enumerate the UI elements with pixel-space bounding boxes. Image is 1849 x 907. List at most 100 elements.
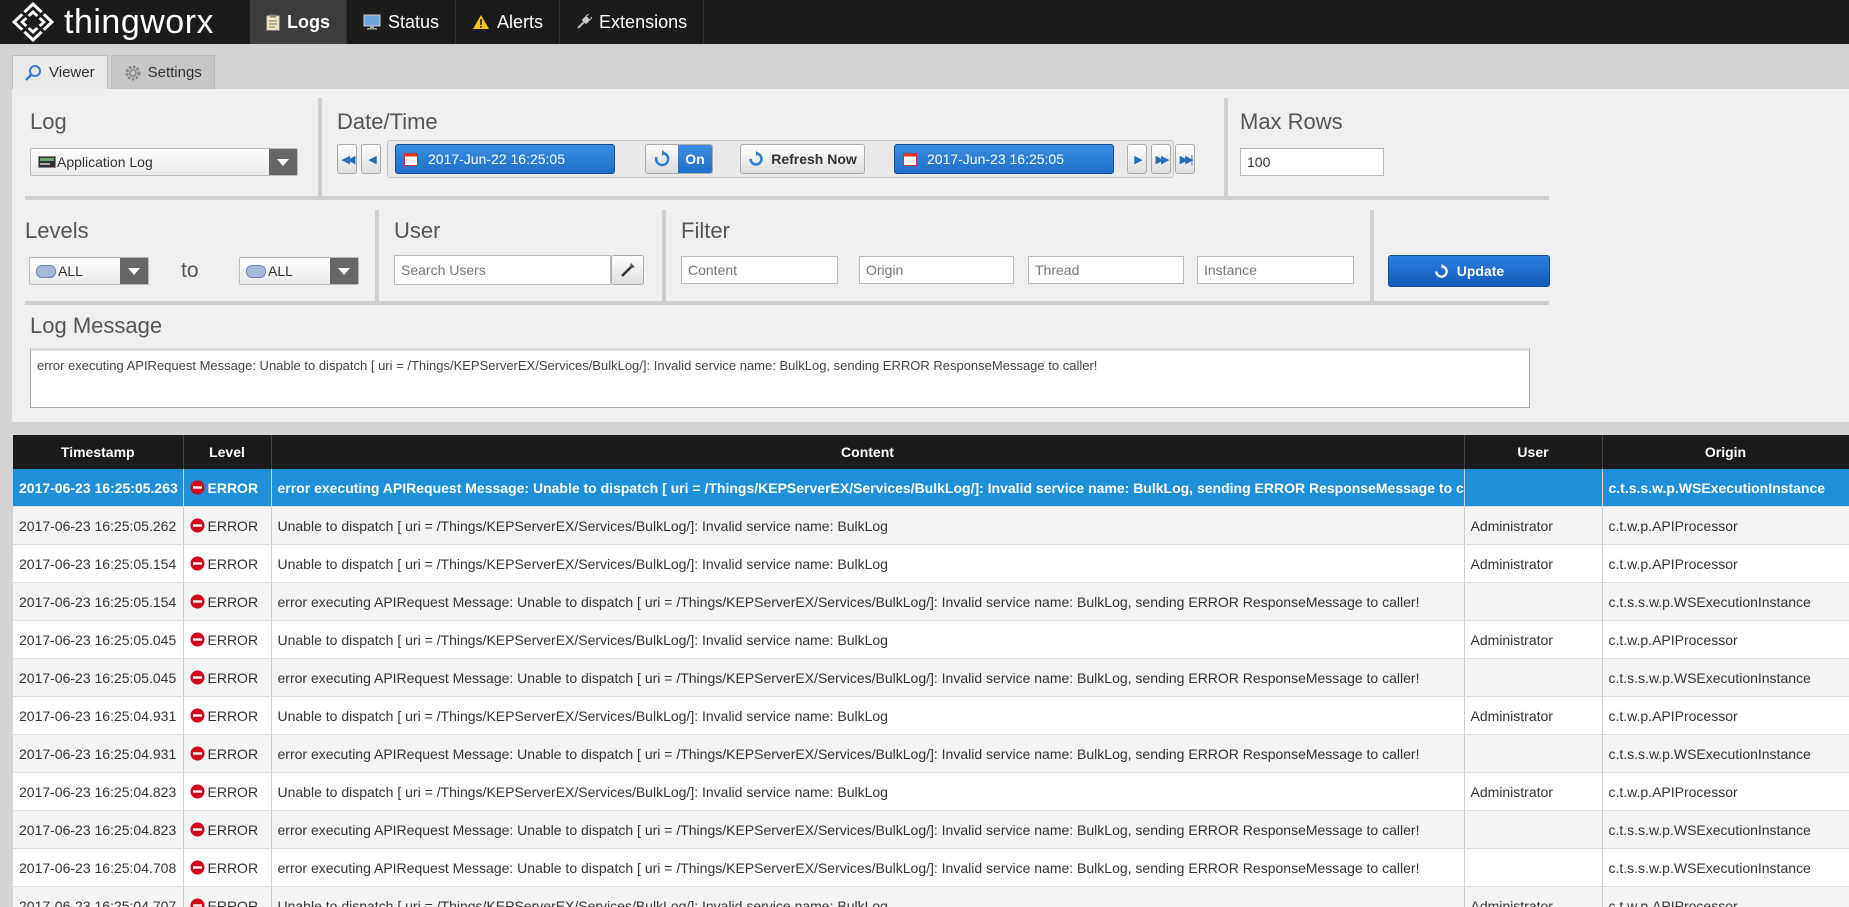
cell-user bbox=[1464, 658, 1603, 697]
chevron-down-icon[interactable] bbox=[120, 258, 148, 284]
level-text: ERROR bbox=[207, 555, 259, 572]
thingworx-logo-icon bbox=[12, 2, 54, 42]
first-page-button[interactable]: ◀◀ bbox=[337, 144, 357, 174]
nav-tab-label: Status bbox=[388, 11, 440, 32]
level-text: ERROR bbox=[207, 669, 259, 686]
cell-origin: c.t.w.p.APIProcessor bbox=[1602, 696, 1849, 735]
cell-content: error executing APIRequest Message: Unab… bbox=[271, 810, 1465, 849]
end-date-picker[interactable]: 2017-Jun-23 16:25:05 bbox=[894, 144, 1114, 174]
refresh-icon bbox=[748, 151, 764, 167]
error-icon bbox=[190, 708, 205, 723]
tab-viewer[interactable]: Viewer bbox=[12, 55, 108, 89]
table-row[interactable]: 2017-06-23 16:25:04.823 ERROR Unable to di… bbox=[13, 772, 1849, 811]
start-date-picker[interactable]: 2017-Jun-22 16:25:05 bbox=[395, 144, 615, 174]
nav-tab-alerts[interactable]: Alerts bbox=[456, 0, 561, 44]
next-button[interactable]: ▶ bbox=[1127, 144, 1147, 174]
levels-to-label: to bbox=[181, 259, 199, 282]
table-row[interactable]: 2017-06-23 16:25:05.154 ERROR Unable to di… bbox=[13, 544, 1849, 583]
divider bbox=[318, 98, 322, 196]
max-rows-title: Max Rows bbox=[1240, 109, 1343, 134]
tab-label: Settings bbox=[147, 64, 202, 81]
table-body: 2017-06-23 16:25:05.263 ERROR error execut… bbox=[13, 469, 1849, 907]
warning-icon bbox=[472, 14, 490, 30]
log-type-value: Application Log bbox=[57, 154, 153, 170]
cell-user: Administrator bbox=[1464, 772, 1603, 811]
table-row[interactable]: 2017-06-23 16:25:05.262 ERROR Unable to di… bbox=[13, 506, 1849, 545]
table-row[interactable]: 2017-06-23 16:25:05.045 ERROR error execut… bbox=[13, 658, 1849, 697]
chevron-down-icon[interactable] bbox=[330, 258, 358, 284]
error-icon bbox=[190, 860, 205, 875]
column-header-origin[interactable]: Origin bbox=[1602, 435, 1849, 469]
refresh-now-button[interactable]: Refresh Now bbox=[740, 144, 865, 174]
cell-timestamp: 2017-06-23 16:25:04.708 bbox=[13, 848, 184, 887]
cell-user bbox=[1464, 582, 1603, 621]
last-page-button[interactable]: ▶▶| bbox=[1175, 144, 1195, 174]
subtabs: Viewer Settings bbox=[12, 55, 218, 89]
table-row[interactable]: 2017-06-23 16:25:05.045 ERROR Unable to di… bbox=[13, 620, 1849, 659]
cell-content: error executing APIRequest Message: Unab… bbox=[271, 469, 1465, 507]
table-row[interactable]: 2017-06-23 16:25:05.263 ERROR error execut… bbox=[13, 469, 1849, 507]
table-row[interactable]: 2017-06-23 16:25:04.707 ERROR Unable to di… bbox=[13, 886, 1849, 907]
search-users-input[interactable] bbox=[394, 255, 611, 285]
cell-user bbox=[1464, 734, 1603, 773]
table-row[interactable]: 2017-06-23 16:25:04.931 ERROR Unable to di… bbox=[13, 696, 1849, 735]
fast-forward-button[interactable]: ▶▶ bbox=[1151, 144, 1171, 174]
chevron-down-icon[interactable] bbox=[269, 149, 297, 175]
origin-filter-input[interactable] bbox=[859, 256, 1014, 284]
user-picker-button[interactable] bbox=[611, 255, 644, 285]
cell-content: error executing APIRequest Message: Unab… bbox=[271, 582, 1465, 621]
nav-tab-extensions[interactable]: Extensions bbox=[560, 0, 705, 44]
cell-origin: c.t.w.p.APIProcessor bbox=[1602, 772, 1849, 811]
table-row[interactable]: 2017-06-23 16:25:05.154 ERROR error execut… bbox=[13, 582, 1849, 621]
table-row[interactable]: 2017-06-23 16:25:04.823 ERROR error execut… bbox=[13, 810, 1849, 849]
cell-level: ERROR bbox=[183, 848, 272, 887]
column-header-level[interactable]: Level bbox=[183, 435, 272, 469]
previous-button[interactable]: ◀ bbox=[361, 144, 381, 174]
cell-origin: c.t.w.p.APIProcessor bbox=[1602, 620, 1849, 659]
auto-refresh-toggle[interactable]: On bbox=[645, 144, 713, 174]
cell-content: Unable to dispatch [ uri = /Things/KEPSe… bbox=[271, 772, 1465, 811]
plug-icon bbox=[576, 14, 593, 30]
brand-logo[interactable]: thingworx bbox=[12, 0, 214, 44]
cell-timestamp: 2017-06-23 16:25:05.045 bbox=[13, 658, 184, 697]
cell-origin: c.t.w.p.APIProcessor bbox=[1602, 506, 1849, 545]
log-message-title: Log Message bbox=[30, 313, 163, 338]
level-indicator-icon bbox=[36, 264, 56, 278]
content-filter-input[interactable] bbox=[681, 256, 838, 284]
log-type-select[interactable]: Application Log bbox=[30, 148, 298, 176]
cell-content: Unable to dispatch [ uri = /Things/KEPSe… bbox=[271, 696, 1465, 735]
error-icon bbox=[190, 480, 205, 495]
update-button[interactable]: Update bbox=[1388, 255, 1550, 287]
level-from-select[interactable]: ALL bbox=[29, 257, 149, 285]
max-rows-input[interactable] bbox=[1240, 148, 1384, 176]
cell-content: error executing APIRequest Message: Unab… bbox=[271, 734, 1465, 773]
log-section-title: Log bbox=[30, 109, 67, 134]
cell-user: Administrator bbox=[1464, 886, 1603, 907]
cell-level: ERROR bbox=[183, 772, 272, 811]
level-to-select[interactable]: ALL bbox=[239, 257, 359, 285]
instance-filter-input[interactable] bbox=[1197, 256, 1354, 284]
cell-timestamp: 2017-06-23 16:25:05.262 bbox=[13, 506, 184, 545]
column-header-user[interactable]: User bbox=[1464, 435, 1603, 469]
levels-title: Levels bbox=[25, 218, 89, 243]
error-icon bbox=[190, 594, 205, 609]
gear-icon bbox=[124, 64, 142, 82]
thread-filter-input[interactable] bbox=[1028, 256, 1184, 284]
calendar-icon bbox=[903, 152, 917, 166]
cell-user: Administrator bbox=[1464, 506, 1603, 545]
column-header-timestamp[interactable]: Timestamp bbox=[13, 435, 184, 469]
log-message-text[interactable]: error executing APIRequest Message: Unab… bbox=[30, 348, 1530, 408]
nav-tab-status[interactable]: Status bbox=[347, 0, 457, 44]
cell-timestamp: 2017-06-23 16:25:04.823 bbox=[13, 810, 184, 849]
tab-settings[interactable]: Settings bbox=[110, 55, 215, 89]
column-header-content[interactable]: Content bbox=[271, 435, 1465, 469]
cell-level: ERROR bbox=[183, 658, 272, 697]
cell-timestamp: 2017-06-23 16:25:05.154 bbox=[13, 544, 184, 583]
table-row[interactable]: 2017-06-23 16:25:04.708 ERROR error execut… bbox=[13, 848, 1849, 887]
cell-timestamp: 2017-06-23 16:25:04.707 bbox=[13, 886, 184, 907]
cell-user: Administrator bbox=[1464, 696, 1603, 735]
nav-tab-logs[interactable]: Logs bbox=[250, 0, 347, 44]
level-text: ERROR bbox=[207, 517, 259, 534]
table-row[interactable]: 2017-06-23 16:25:04.931 ERROR error execut… bbox=[13, 734, 1849, 773]
auto-refresh-state: On bbox=[678, 145, 712, 173]
